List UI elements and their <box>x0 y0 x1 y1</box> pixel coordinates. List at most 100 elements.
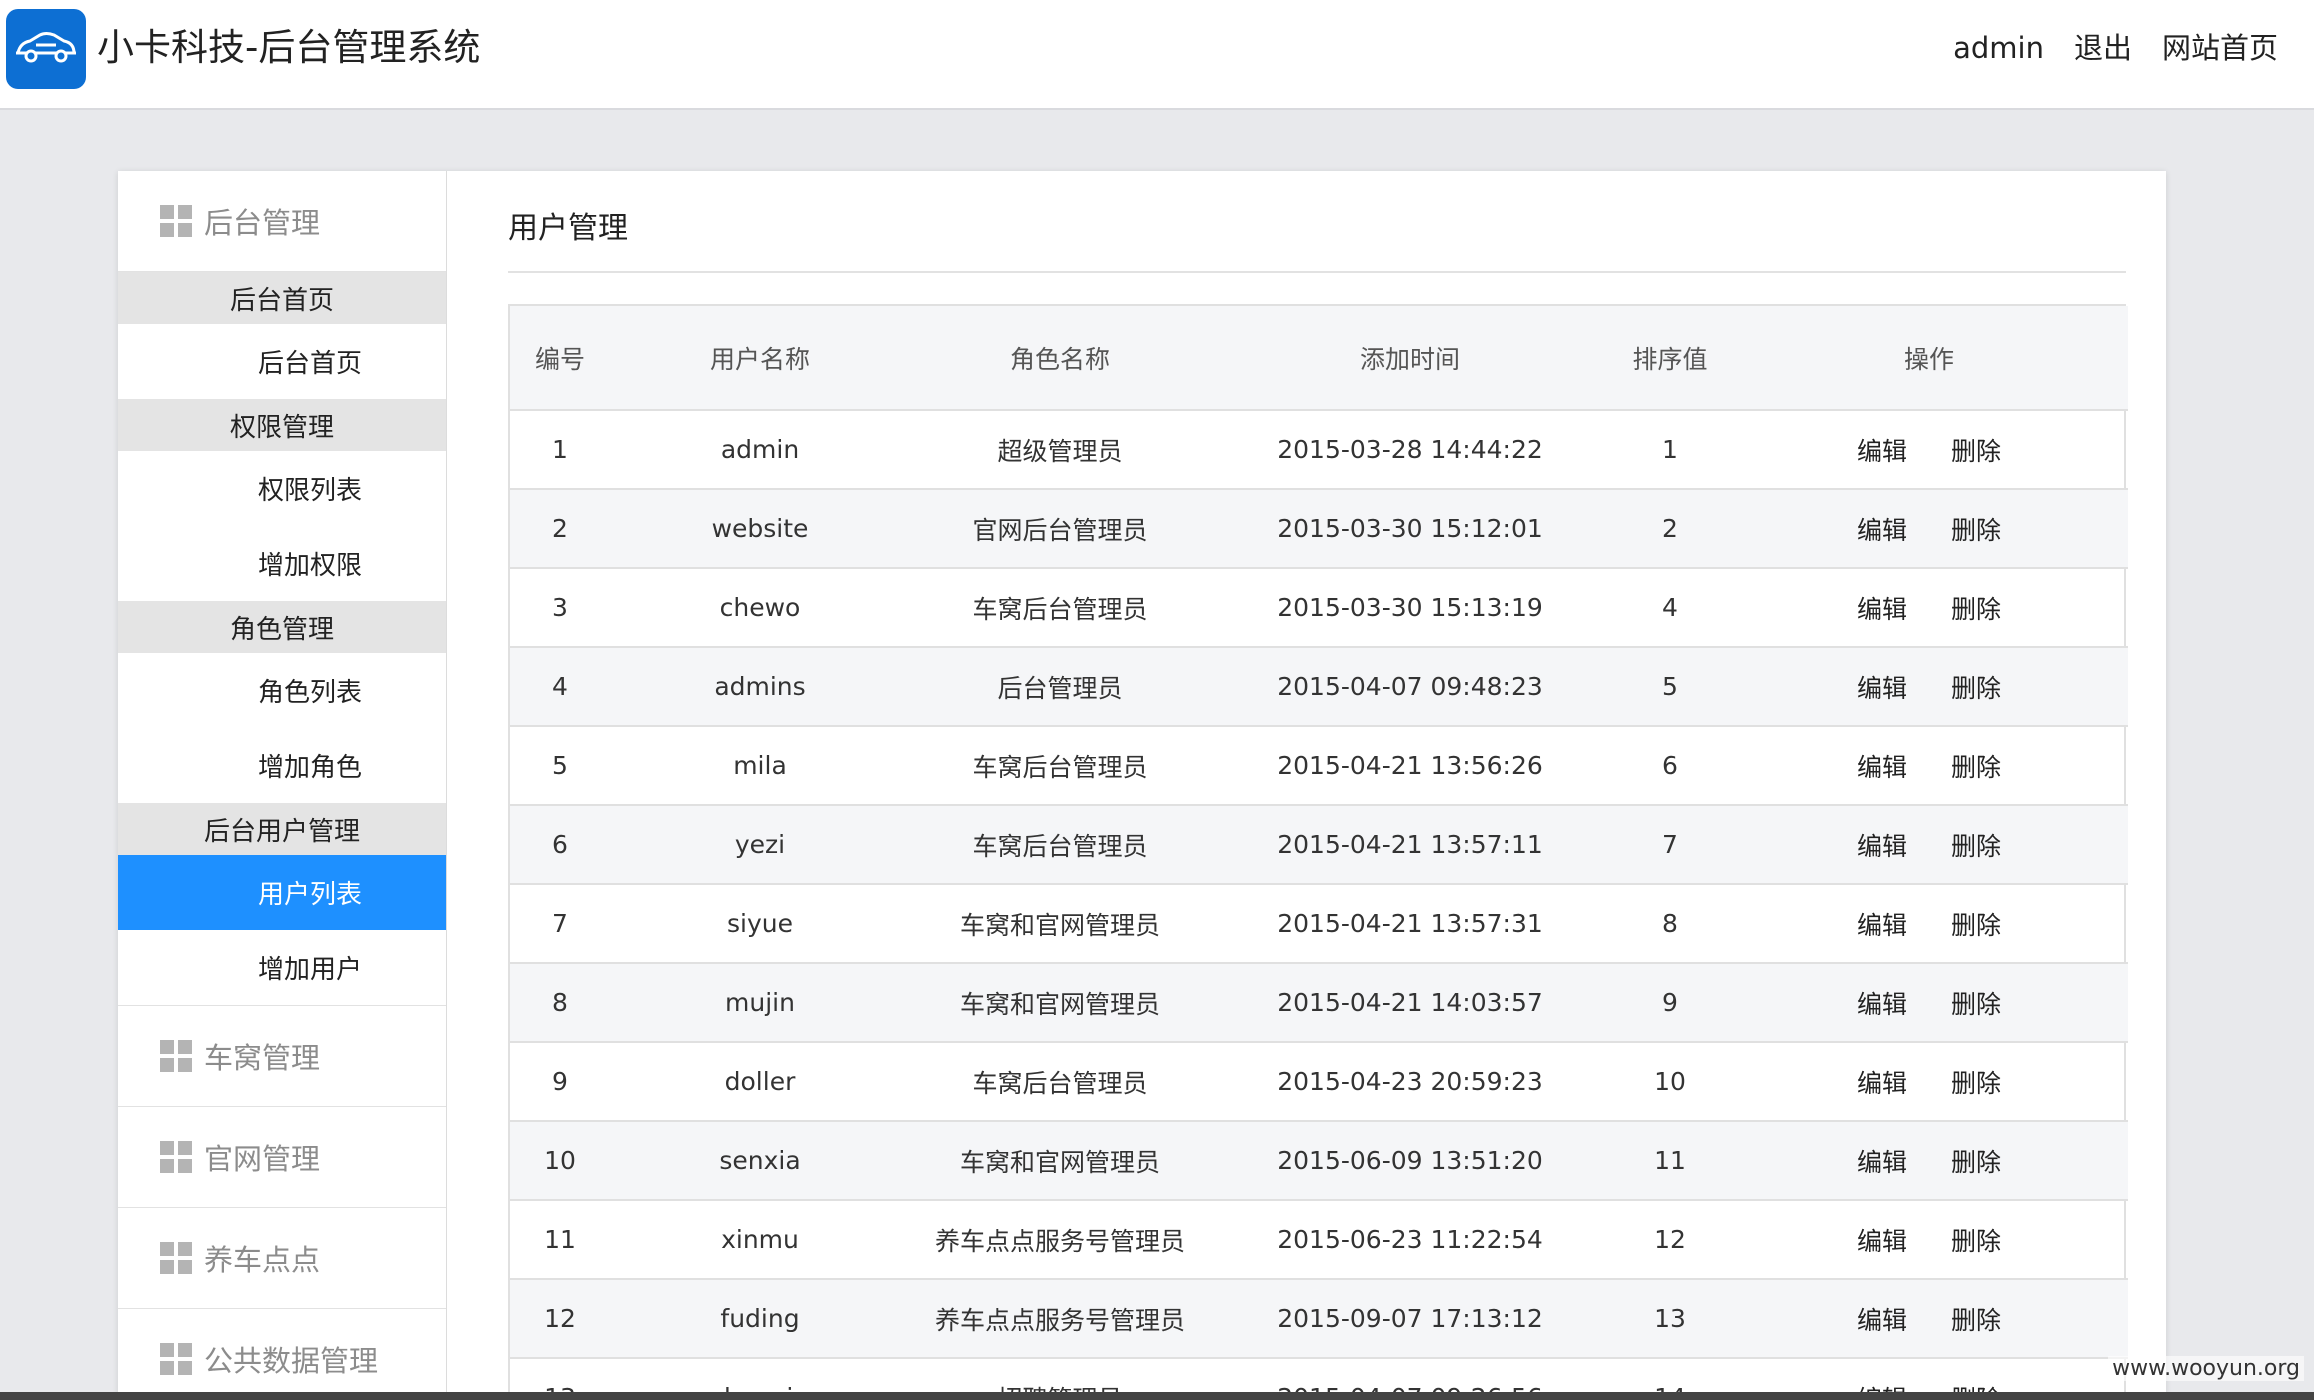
delete-button[interactable]: 删除 <box>1951 1064 2001 1100</box>
edit-button[interactable]: 编辑 <box>1857 1064 1907 1100</box>
sidebar-section-website[interactable]: 官网管理 <box>118 1107 446 1208</box>
cell-added-time: 2015-04-21 13:57:11 <box>1210 805 1610 885</box>
cell-id: 2 <box>510 489 610 569</box>
edit-button[interactable]: 编辑 <box>1857 590 1907 626</box>
cell-username: admins <box>610 647 910 727</box>
cell-added-time: 2015-03-30 15:13:19 <box>1210 568 1610 648</box>
grid-icon <box>160 1343 192 1375</box>
edit-button[interactable]: 编辑 <box>1857 1301 1907 1337</box>
cell-added-time: 2015-04-21 13:56:26 <box>1210 726 1610 806</box>
page-title: 用户管理 <box>508 211 628 246</box>
grid-icon <box>160 1141 192 1173</box>
cell-actions: 编辑 删除 <box>1730 1042 2128 1122</box>
table-row: 8 mujin 车窝和官网管理员 2015-04-21 14:03:57 9 编辑 删除 <box>510 963 2128 1043</box>
cell-role: 车窝和官网管理员 <box>910 884 1210 964</box>
main-panel: 用户管理 编号 用户名称 角色名称 添加时间 排序值 操作 1 admin 超级… <box>448 171 2166 1400</box>
table-body: 1 admin 超级管理员 2015-03-28 14:44:22 1 编辑 删除 2 webs… <box>510 410 2128 1400</box>
table-row: 4 admins 后台管理员 2015-04-07 09:48:23 5 编辑 删除 <box>510 647 2128 727</box>
grid-icon <box>160 1040 192 1072</box>
delete-button[interactable]: 删除 <box>1951 748 2001 784</box>
grid-icon <box>160 1242 192 1274</box>
cell-sort-value: 4 <box>1610 568 1730 648</box>
cell-username: senxia <box>610 1121 910 1201</box>
cell-id: 5 <box>510 726 610 806</box>
content-card: 后台管理 后台首页 后台首页 权限管理 权限列表 增加权限 角色管理 角色列表 … <box>118 171 2166 1400</box>
edit-button[interactable]: 编辑 <box>1857 906 1907 942</box>
cell-added-time: 2015-06-09 13:51:20 <box>1210 1121 1610 1201</box>
sidebar-item-role-list[interactable]: 角色列表 <box>118 653 446 728</box>
cell-role: 养车点点服务号管理员 <box>910 1279 1210 1359</box>
cell-username: mila <box>610 726 910 806</box>
delete-button[interactable]: 删除 <box>1951 1222 2001 1258</box>
column-header: 操作 <box>1730 306 2128 411</box>
title-divider <box>508 271 2126 273</box>
delete-button[interactable]: 删除 <box>1951 669 2001 705</box>
edit-button[interactable]: 编辑 <box>1857 985 1907 1021</box>
cell-added-time: 2015-04-21 13:57:31 <box>1210 884 1610 964</box>
sidebar-group-permissions: 权限管理 <box>118 399 446 451</box>
sidebar-menu: 后台首页 后台首页 权限管理 权限列表 增加权限 角色管理 角色列表 增加角色 … <box>118 272 446 1006</box>
cell-id: 6 <box>510 805 610 885</box>
cell-id: 11 <box>510 1200 610 1280</box>
sidebar-item-dashboard[interactable]: 后台首页 <box>118 324 446 399</box>
car-icon[interactable] <box>6 9 86 89</box>
cell-role: 车窝后台管理员 <box>910 568 1210 648</box>
delete-button[interactable]: 删除 <box>1951 1143 2001 1179</box>
delete-button[interactable]: 删除 <box>1951 511 2001 547</box>
table-row: 5 mila 车窝后台管理员 2015-04-21 13:56:26 6 编辑 删除 <box>510 726 2128 806</box>
table-row: 11 xinmu 养车点点服务号管理员 2015-06-23 11:22:54 12 编辑… <box>510 1200 2128 1280</box>
delete-button[interactable]: 删除 <box>1951 1301 2001 1337</box>
sidebar-item-permission-list[interactable]: 权限列表 <box>118 451 446 526</box>
sidebar-section-chewo[interactable]: 车窝管理 <box>118 1006 446 1107</box>
cell-role: 超级管理员 <box>910 410 1210 490</box>
table-row: 10 senxia 车窝和官网管理员 2015-06-09 13:51:20 11 编辑 删… <box>510 1121 2128 1201</box>
edit-button[interactable]: 编辑 <box>1857 511 1907 547</box>
cell-added-time: 2015-04-07 09:48:23 <box>1210 647 1610 727</box>
sidebar-item-add-permission[interactable]: 增加权限 <box>118 526 446 601</box>
cell-role: 后台管理员 <box>910 647 1210 727</box>
site-home-link[interactable]: 网站首页 <box>2162 26 2278 70</box>
delete-button[interactable]: 删除 <box>1951 590 2001 626</box>
edit-button[interactable]: 编辑 <box>1857 827 1907 863</box>
cell-sort-value: 10 <box>1610 1042 1730 1122</box>
sidebar-section-public-data[interactable]: 公共数据管理 <box>118 1309 446 1400</box>
sidebar-group-admin-users: 后台用户管理 <box>118 803 446 855</box>
edit-button[interactable]: 编辑 <box>1857 1143 1907 1179</box>
sidebar-section-yangche[interactable]: 养车点点 <box>118 1208 446 1309</box>
cell-actions: 编辑 删除 <box>1730 568 2128 648</box>
sidebar-item-user-list[interactable]: 用户列表 <box>118 855 446 930</box>
cell-actions: 编辑 删除 <box>1730 1279 2128 1359</box>
sidebar-section-label: 公共数据管理 <box>204 1344 379 1378</box>
sidebar-item-add-user[interactable]: 增加用户 <box>118 930 446 1005</box>
sidebar-section-admin[interactable]: 后台管理 <box>118 171 446 272</box>
cell-sort-value: 8 <box>1610 884 1730 964</box>
cell-id: 12 <box>510 1279 610 1359</box>
cell-actions: 编辑 删除 <box>1730 726 2128 806</box>
table-row: 12 fuding 养车点点服务号管理员 2015-09-07 17:13:12 13 编… <box>510 1279 2128 1359</box>
cell-actions: 编辑 删除 <box>1730 1200 2128 1280</box>
cell-role: 养车点点服务号管理员 <box>910 1200 1210 1280</box>
sidebar-section-label: 车窝管理 <box>204 1041 321 1075</box>
delete-button[interactable]: 删除 <box>1951 906 2001 942</box>
cell-actions: 编辑 删除 <box>1730 963 2128 1043</box>
current-user-link[interactable]: admin <box>1953 26 2044 70</box>
edit-button[interactable]: 编辑 <box>1857 432 1907 468</box>
cell-username: doller <box>610 1042 910 1122</box>
column-header: 排序值 <box>1610 306 1730 411</box>
column-header: 用户名称 <box>610 306 910 411</box>
sidebar-item-add-role[interactable]: 增加角色 <box>118 728 446 803</box>
cell-role: 车窝后台管理员 <box>910 805 1210 885</box>
delete-button[interactable]: 删除 <box>1951 827 2001 863</box>
cell-id: 10 <box>510 1121 610 1201</box>
delete-button[interactable]: 删除 <box>1951 432 2001 468</box>
delete-button[interactable]: 删除 <box>1951 985 2001 1021</box>
cell-actions: 编辑 删除 <box>1730 884 2128 964</box>
edit-button[interactable]: 编辑 <box>1857 1222 1907 1258</box>
cell-username: chewo <box>610 568 910 648</box>
logout-link[interactable]: 退出 <box>2074 26 2132 70</box>
edit-button[interactable]: 编辑 <box>1857 748 1907 784</box>
cell-actions: 编辑 删除 <box>1730 805 2128 885</box>
table-row: 3 chewo 车窝后台管理员 2015-03-30 15:13:19 4 编辑 删除 <box>510 568 2128 648</box>
table-header-row: 编号 用户名称 角色名称 添加时间 排序值 操作 <box>510 306 2128 411</box>
edit-button[interactable]: 编辑 <box>1857 669 1907 705</box>
